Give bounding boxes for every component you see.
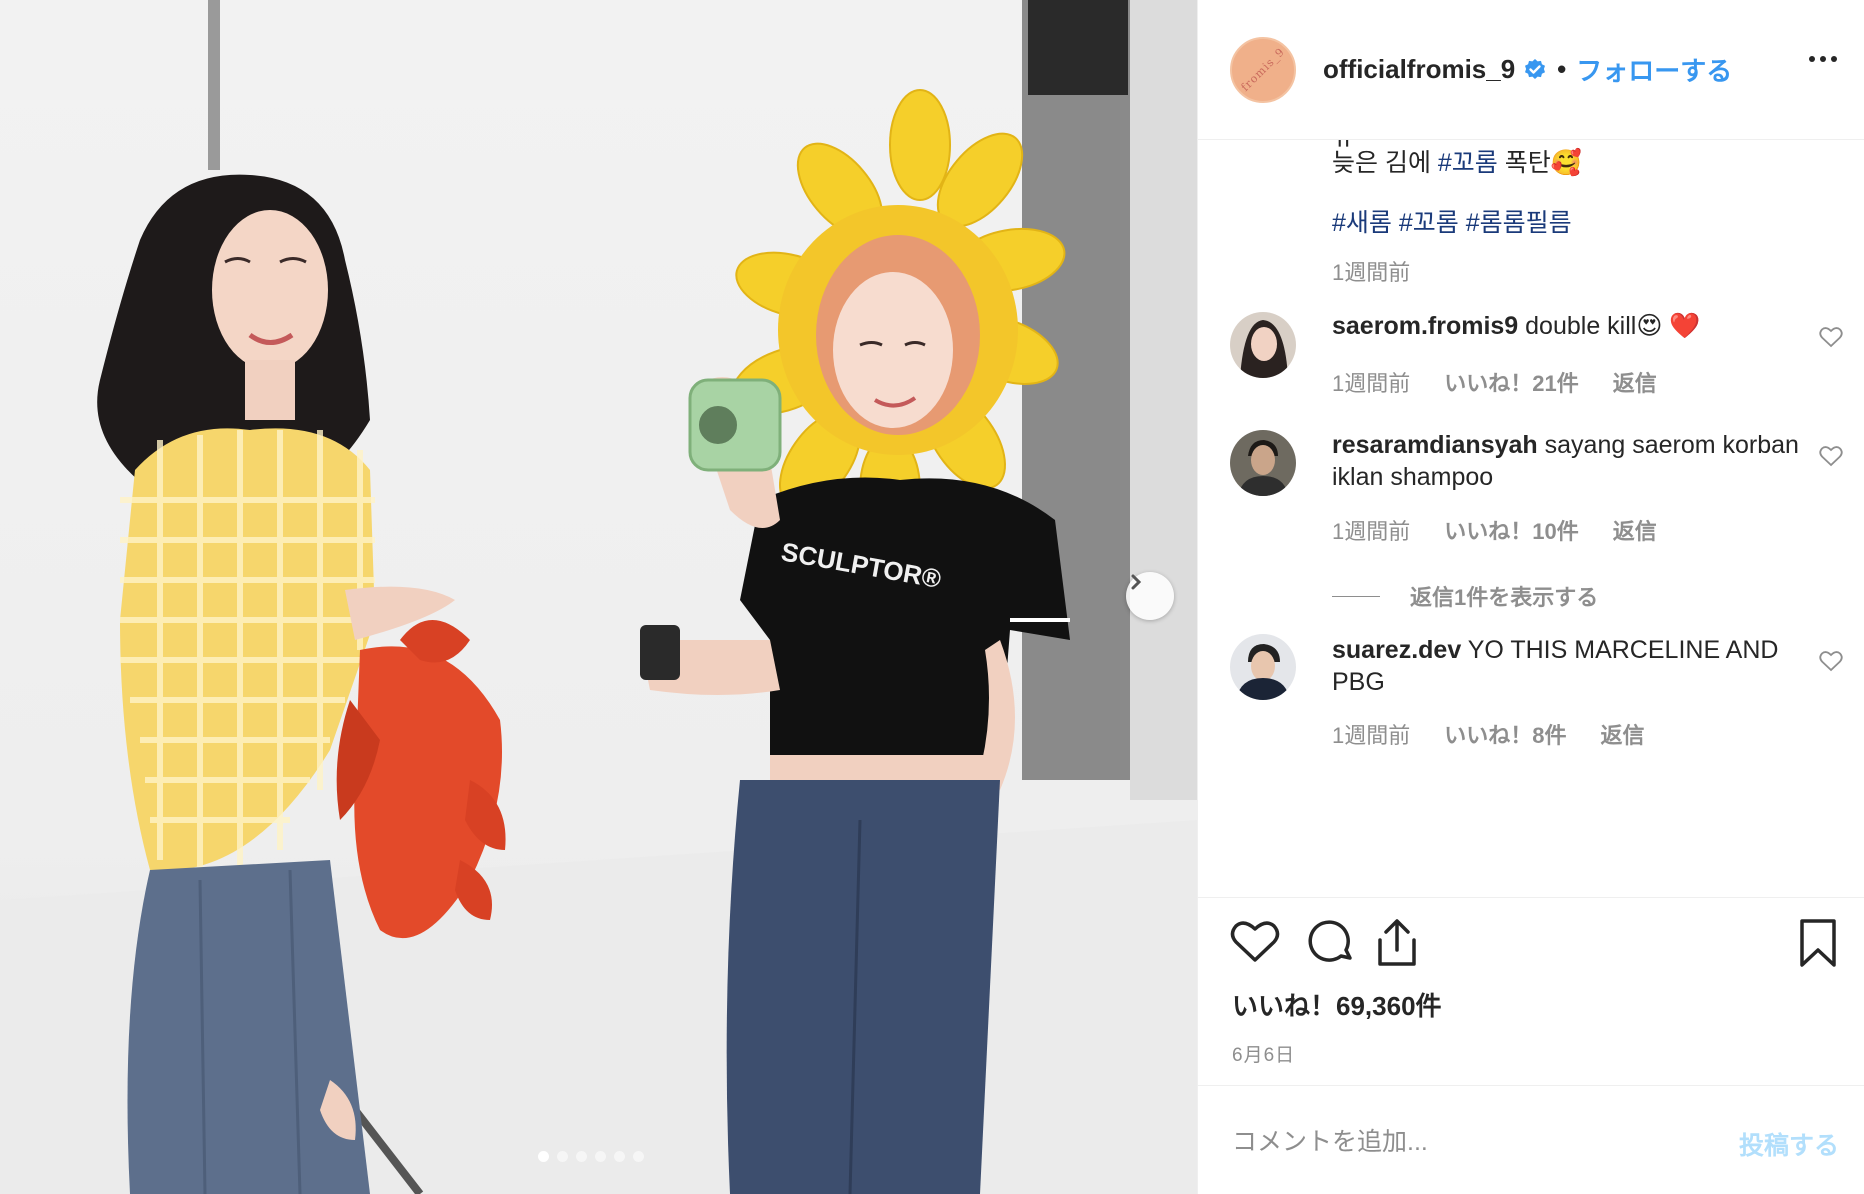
carousel-dot [633,1151,644,1162]
share-icon[interactable] [1374,918,1420,973]
comment-meta: 1週間前 いいね！8件 返信 [1332,718,1679,750]
comment-like-heart-icon[interactable] [1819,650,1843,677]
comment-body: suarez.dev YO THIS MARCELINE AND PBG [1332,634,1802,698]
view-replies-label: 返信1件を表示する [1410,585,1599,610]
post-header: fromis_9 officialfromis_9 • フォローする [1198,0,1864,140]
post-photo[interactable]: SCULPTOR® [0,0,1197,1194]
comment-reply-button[interactable]: 返信 [1613,514,1657,546]
comment-reply-button[interactable]: 返信 [1601,718,1645,750]
carousel-dot [614,1151,625,1162]
comment-like-heart-icon[interactable] [1819,326,1843,353]
commenter-avatar[interactable] [1230,312,1296,378]
verified-badge-icon [1523,58,1547,82]
comment-username[interactable]: resaramdiansyah [1332,431,1538,459]
post-side-panel: fromis_9 officialfromis_9 • フォローする ㅠ 늦은 … [1197,0,1864,1194]
commenter-avatar[interactable] [1230,430,1296,496]
like-count[interactable]: いいね！69,360件 [1232,986,1442,1023]
commenter-avatar[interactable] [1230,634,1296,700]
comment-time[interactable]: 1週間前 [1332,718,1410,750]
right-wall [1130,0,1197,800]
comment-like-heart-icon[interactable] [1819,445,1843,472]
caption-time[interactable]: 1週間前 [1332,255,1410,287]
view-replies-button[interactable]: 返信1件を表示する [1332,580,1598,612]
caption-text-tail: 폭탄🥰 [1497,149,1582,177]
comment-username[interactable]: suarez.dev [1332,636,1461,664]
carousel-dot [595,1151,606,1162]
comment-body: saerom.fromis9 double kill😍 ❤️ [1332,310,1802,342]
comment-username[interactable]: saerom.fromis9 [1332,312,1518,340]
carousel-indicator [538,1151,644,1162]
comment-reply-button[interactable]: 返信 [1613,366,1657,398]
hashtag-link[interactable]: #꼬롬 [1438,149,1498,177]
heart-icon[interactable] [1230,918,1280,969]
photo-illustration: SCULPTOR® [0,0,1197,1194]
comment-likes[interactable]: いいね！10件 [1444,514,1578,546]
avatar-logo-text: fromis_9 [1238,45,1288,94]
carousel-dot [557,1151,568,1162]
comment-text: double kill😍 ❤️ [1518,312,1701,340]
comment-meta: 1週間前 いいね！21件 返信 [1332,366,1691,398]
bookmark-icon[interactable] [1798,918,1838,973]
post-actions: いいね！69,360件 6月6日 [1198,897,1864,1085]
account-username[interactable]: officialfromis_9 [1323,54,1515,85]
comments-list[interactable]: ㅠ 늦은 김에 #꼬롬 폭탄🥰 #새롬 #꼬롬 #롬롬필름 1週間前 saero… [1198,140,1864,897]
caption-hashtags[interactable]: #새롬 #꼬롬 #롬롬필름 [1332,203,1572,239]
post-comment-button[interactable]: 投稿する [1739,1126,1839,1162]
caption-text: 늦은 김에 [1332,149,1438,177]
comment-input[interactable] [1232,1120,1712,1164]
comment-bubble-icon[interactable] [1308,918,1356,971]
replies-divider [1332,595,1380,597]
carousel-dot [576,1151,587,1162]
carousel-dot [538,1151,549,1162]
carousel-next-button[interactable] [1126,572,1174,620]
follow-button[interactable]: フォローする [1576,51,1732,88]
comment-body: resaramdiansyah sayang saerom korban ikl… [1332,429,1802,493]
account-avatar[interactable]: fromis_9 [1230,36,1296,103]
comment-likes[interactable]: いいね！8件 [1444,718,1566,750]
comment-time[interactable]: 1週間前 [1332,514,1410,546]
light-stand-pole [208,0,220,170]
comment-likes[interactable]: いいね！21件 [1444,366,1578,398]
more-options-icon[interactable] [1809,56,1837,62]
caption-line-1: 늦은 김에 #꼬롬 폭탄🥰 [1332,143,1582,179]
dark-window [1028,0,1128,95]
comment-time[interactable]: 1週間前 [1332,366,1410,398]
comment-meta: 1週間前 いいね！10件 返信 [1332,514,1691,546]
header-separator: • [1557,54,1567,84]
post-date[interactable]: 6月6日 [1232,1040,1295,1067]
add-comment-bar: 投稿する [1198,1085,1864,1194]
